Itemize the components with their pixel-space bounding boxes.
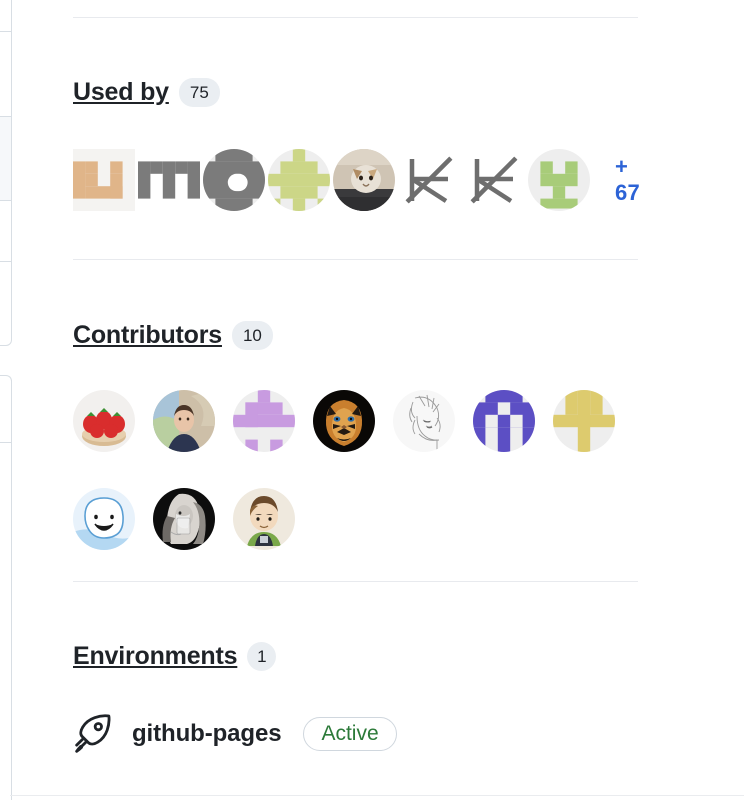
environment-item-github-pages[interactable]: github-pages Active <box>73 714 397 754</box>
avatar-photo-drinking[interactable] <box>153 488 215 550</box>
adjacent-panel-edges <box>0 0 40 800</box>
file-row-divider <box>0 261 11 262</box>
avatar-smiley-face[interactable] <box>73 488 135 550</box>
file-row-divider <box>0 116 11 117</box>
file-row-highlighted[interactable] <box>0 116 11 200</box>
section-divider <box>73 581 638 582</box>
contributors-header: Contributors 10 <box>73 321 273 350</box>
environment-name[interactable]: github-pages <box>132 720 282 748</box>
readme-header-divider <box>0 442 11 443</box>
environments-count-badge: 1 <box>247 642 277 671</box>
avatar-photo-person[interactable] <box>153 390 215 452</box>
environment-status-badge: Active <box>303 717 397 751</box>
avatar-photo-cat[interactable] <box>333 149 395 211</box>
avatar-identicon-green-cross[interactable] <box>268 149 330 211</box>
avatar-identicon-yellow[interactable] <box>553 390 615 452</box>
rocket-icon <box>73 714 113 754</box>
environments-section: Environments 1 <box>73 642 277 671</box>
avatar-cartoon-boy[interactable] <box>233 488 295 550</box>
contributors-title[interactable]: Contributors <box>73 323 222 348</box>
used-by-section: Used by 75 <box>73 78 220 107</box>
contributors-avatar-row-1 <box>73 390 615 452</box>
file-row-divider <box>0 31 11 32</box>
section-divider <box>73 259 638 260</box>
avatar-strawberries[interactable] <box>73 390 135 452</box>
avatar-identicon-purple-light[interactable] <box>233 390 295 452</box>
avatar-identicon-gray-a[interactable] <box>203 149 265 211</box>
avatar-tiger[interactable] <box>313 390 375 452</box>
avatar-logo-star-1[interactable] <box>398 149 460 211</box>
used-by-header: Used by 75 <box>73 78 220 107</box>
file-row-divider <box>0 200 11 201</box>
avatar-identicon-gray-m[interactable] <box>138 149 200 211</box>
contributors-section: Contributors 10 <box>73 321 273 350</box>
avatar-logo-star-2[interactable] <box>463 149 525 211</box>
section-divider <box>73 17 638 18</box>
avatar-identicon-tan[interactable] <box>73 149 135 211</box>
readme-panel-edge <box>0 375 12 800</box>
environments-header: Environments 1 <box>73 642 277 671</box>
environments-title[interactable]: Environments <box>73 644 238 669</box>
contributors-avatar-row-2 <box>73 488 295 550</box>
page-bottom-rule <box>10 795 744 796</box>
used-by-title[interactable]: Used by <box>73 80 169 105</box>
used-by-avatar-row: + 67 <box>73 149 640 211</box>
contributors-count-badge: 10 <box>231 321 273 350</box>
file-list-panel-edge <box>0 0 12 346</box>
avatar-identicon-green-face[interactable] <box>528 149 590 211</box>
used-by-count-badge: 75 <box>178 78 220 107</box>
avatar-identicon-purple-dark[interactable] <box>473 390 535 452</box>
used-by-more-link[interactable]: + 67 <box>615 154 640 206</box>
avatar-anime-sketch[interactable] <box>393 390 455 452</box>
